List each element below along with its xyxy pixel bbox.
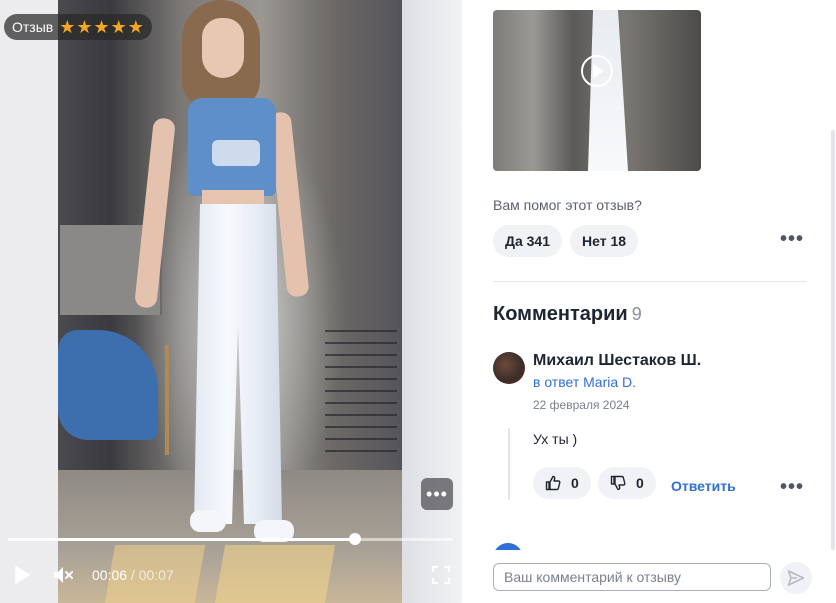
- review-more-button[interactable]: •••: [780, 228, 804, 251]
- thumbs-up-icon: [545, 475, 561, 491]
- current-time: 00:06: [92, 567, 128, 583]
- avatar[interactable]: [493, 352, 525, 384]
- like-button[interactable]: 0: [533, 467, 591, 499]
- review-badge-label: Отзыв: [12, 19, 54, 35]
- video-time: 00:06 / 00:07: [92, 567, 174, 583]
- rating-stars: ★ ★ ★ ★ ★: [59, 18, 144, 36]
- blanket: [58, 330, 158, 440]
- star-icon: ★: [59, 17, 76, 37]
- comment-date: 22 февраля 2024: [533, 398, 630, 412]
- send-icon: [787, 570, 805, 586]
- reply-button[interactable]: Ответить: [671, 478, 736, 494]
- video-progress-handle[interactable]: [349, 533, 362, 545]
- reply-to-link[interactable]: в ответ Maria D.: [533, 374, 636, 390]
- vote-no-button[interactable]: Нет 18: [570, 225, 639, 257]
- shirt-print: [212, 140, 260, 166]
- star-icon: ★: [110, 17, 127, 37]
- more-icon: •••: [426, 483, 448, 504]
- dislike-button[interactable]: 0: [598, 467, 656, 499]
- send-button[interactable]: [780, 562, 812, 594]
- comments-count: 9: [631, 304, 642, 324]
- comment-composer: [477, 550, 836, 603]
- divider: [493, 281, 807, 282]
- vote-yes-button[interactable]: Да 341: [493, 225, 563, 257]
- play-icon: [15, 566, 30, 584]
- play-circle-icon[interactable]: [581, 55, 613, 87]
- thumbnail-figure: [588, 10, 628, 171]
- video-progress-bar[interactable]: [8, 533, 453, 545]
- comment-text: Ух ты ): [533, 431, 578, 447]
- play-button[interactable]: [12, 565, 32, 585]
- review-badge: Отзыв ★ ★ ★ ★ ★: [4, 14, 152, 40]
- face: [202, 18, 244, 78]
- video-player[interactable]: Отзыв ★ ★ ★ ★ ★ ••• 00:06 / 00:07: [0, 0, 462, 603]
- thread-line: [508, 428, 510, 500]
- person-figure: [134, 0, 310, 542]
- thumbs-down-icon: [610, 475, 626, 491]
- helpful-question: Вам помог этот отзыв?: [493, 197, 642, 213]
- sunlight-patch: [214, 545, 336, 603]
- star-icon: ★: [93, 17, 110, 37]
- fullscreen-icon: [431, 565, 451, 585]
- comments-title: Комментарии: [493, 303, 628, 325]
- scrollbar[interactable]: [831, 130, 835, 550]
- comments-heading: Комментарии 9: [493, 303, 642, 326]
- fullscreen-button[interactable]: [431, 565, 451, 585]
- video-thumbnail[interactable]: [493, 10, 701, 171]
- star-icon: ★: [127, 17, 144, 37]
- like-count: 0: [571, 475, 579, 491]
- clothes-dryer: [325, 330, 397, 460]
- review-details-panel: Вам помог этот отзыв? Да 341 Нет 18 ••• …: [477, 0, 836, 603]
- mute-icon: [54, 567, 73, 583]
- time-separator: /: [127, 567, 139, 583]
- mute-button[interactable]: [52, 564, 74, 586]
- video-progress-fill: [8, 538, 356, 541]
- dislike-count: 0: [636, 475, 644, 491]
- comment-input[interactable]: [493, 563, 771, 591]
- comment-more-button[interactable]: •••: [780, 476, 804, 499]
- sneaker-left: [190, 510, 226, 532]
- video-more-button[interactable]: •••: [421, 478, 453, 510]
- white-jeans: [194, 204, 282, 524]
- star-icon: ★: [76, 17, 93, 37]
- video-frame[interactable]: [0, 0, 462, 603]
- comment-author[interactable]: Михаил Шестаков Ш.: [533, 352, 701, 370]
- duration: 00:07: [138, 567, 174, 583]
- arm-left: [134, 117, 176, 309]
